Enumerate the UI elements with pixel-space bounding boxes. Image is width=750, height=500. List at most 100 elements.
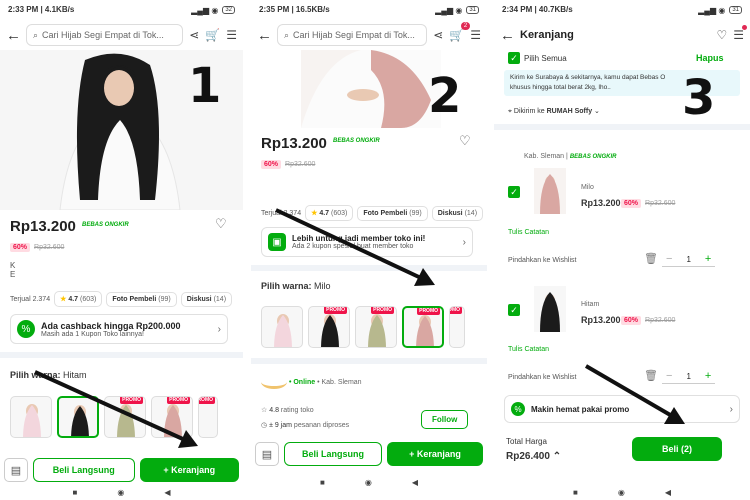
recents-icon[interactable]: ■ bbox=[573, 488, 578, 500]
quantity-stepper[interactable]: −1 + bbox=[662, 252, 716, 267]
item-discount: 60% Rp32.600 bbox=[621, 316, 675, 325]
discussion-chip[interactable]: Diskusi (14) bbox=[180, 291, 233, 307]
free-shipping-badge: BEBAS ONGKIR bbox=[333, 138, 380, 144]
product-photo[interactable] bbox=[301, 50, 441, 128]
variant-label: Pilih warna: Milo bbox=[261, 281, 331, 291]
variant-thumb[interactable]: PROMO bbox=[449, 306, 465, 348]
cart-icon[interactable]: 🛒 bbox=[205, 28, 220, 42]
promo-card[interactable]: % Makin hemat pakai promo › bbox=[504, 395, 740, 423]
step-number: 1 bbox=[188, 58, 222, 114]
share-icon[interactable]: ⋖ bbox=[189, 28, 199, 42]
search-input[interactable]: ⌕ Cari Hijab Segi Empat di Tok... bbox=[26, 24, 184, 46]
star-icon: ★ bbox=[60, 296, 67, 303]
system-nav-bar: ■ ◉ ◀ bbox=[0, 488, 243, 500]
search-input[interactable]: ⌕ Cari Hijab Segi Empat di Tok... bbox=[277, 24, 428, 46]
back-arrow-icon[interactable]: ← bbox=[500, 27, 515, 44]
discount-row: 60% Rp32.600 bbox=[10, 243, 64, 252]
item-checkbox[interactable]: ✓ bbox=[508, 186, 520, 198]
item-variant: Milo bbox=[581, 184, 594, 191]
hijab-model-image bbox=[301, 50, 441, 128]
back-icon[interactable]: ◀ bbox=[164, 488, 170, 500]
truncated-text: KE bbox=[10, 261, 16, 279]
total-label: Total Harga bbox=[506, 437, 547, 446]
trash-icon[interactable]: 🗑 bbox=[644, 252, 658, 265]
variant-thumb[interactable]: PROMO bbox=[355, 306, 397, 348]
write-note-link[interactable]: Tulis Catatan bbox=[508, 346, 549, 353]
share-icon[interactable]: ⋖ bbox=[433, 28, 443, 42]
chat-icon[interactable]: ▤ bbox=[4, 458, 28, 482]
buy-now-button[interactable]: Beli Langsung bbox=[33, 458, 135, 482]
buyer-photo-chip[interactable]: Foto Pembeli (99) bbox=[106, 291, 177, 307]
item-variant: Hitam bbox=[581, 301, 600, 308]
menu-icon[interactable]: ☰ bbox=[226, 28, 237, 42]
shop-rating: ☆ 4.8 rating toko bbox=[261, 407, 314, 414]
total-price[interactable]: Rp26.400 ⌃ bbox=[506, 451, 561, 462]
menu-icon[interactable]: ☰ bbox=[733, 25, 747, 42]
shop-logo bbox=[261, 375, 287, 389]
chat-icon[interactable]: ▤ bbox=[255, 442, 279, 466]
location-pin-icon: ⌖ bbox=[508, 108, 512, 115]
rating-chip[interactable]: ★ 4.7 (603) bbox=[305, 205, 354, 221]
item-checkbox[interactable]: ✓ bbox=[508, 304, 520, 316]
variant-thumb[interactable]: PROMO bbox=[151, 396, 193, 438]
buyer-photo-chip[interactable]: Foto Pembeli (99) bbox=[357, 205, 428, 221]
chevron-up-icon: ⌃ bbox=[552, 451, 562, 462]
follow-button[interactable]: Follow bbox=[421, 410, 469, 429]
variant-thumb[interactable]: PROMO bbox=[198, 396, 218, 438]
variant-thumb-selected[interactable] bbox=[57, 396, 99, 438]
item-thumbnail[interactable] bbox=[534, 286, 566, 332]
heart-icon[interactable]: ♡ bbox=[215, 216, 227, 232]
shop-process-time: ◷ ± 9 jam pesanan diproses bbox=[261, 422, 350, 429]
divider bbox=[494, 124, 750, 130]
select-all-label: Pilih Semua bbox=[524, 54, 567, 63]
star-outline-icon: ☆ bbox=[261, 407, 268, 414]
add-to-cart-button[interactable]: + Keranjang bbox=[139, 458, 239, 482]
chevron-right-icon: › bbox=[729, 403, 733, 415]
divider bbox=[0, 352, 243, 358]
write-note-link[interactable]: Tulis Catatan bbox=[508, 229, 549, 236]
back-arrow-icon[interactable]: ← bbox=[257, 27, 272, 44]
back-icon[interactable]: ◀ bbox=[665, 488, 671, 500]
coupon-icon: % bbox=[17, 320, 35, 338]
move-to-wishlist-link[interactable]: Pindahkan ke Wishlist bbox=[508, 257, 576, 264]
clock-icon: ◷ bbox=[261, 422, 268, 429]
quantity-stepper[interactable]: −1 + bbox=[662, 369, 716, 384]
variant-thumb[interactable] bbox=[261, 306, 303, 348]
status-bar: 2:33 PM | 4.1KB/s ▂▄▆ ◉ 32 bbox=[0, 0, 243, 20]
variant-thumb[interactable]: PROMO bbox=[104, 396, 146, 438]
screenshot-panel-1: 2:33 PM | 4.1KB/s ▂▄▆ ◉ 32 ← ⌕ Cari Hija… bbox=[0, 0, 243, 500]
move-to-wishlist-link[interactable]: Pindahkan ke Wishlist bbox=[508, 374, 576, 381]
discount-row: 60% Rp32.600 bbox=[261, 160, 315, 169]
cashback-card[interactable]: % Ada cashback hingga Rp200.000 Masih ad… bbox=[10, 314, 228, 344]
menu-icon[interactable]: ☰ bbox=[470, 28, 481, 42]
home-icon[interactable]: ◉ bbox=[117, 488, 124, 500]
bottom-action-bar: ▤ Beli Langsung + Keranjang bbox=[0, 456, 243, 484]
heart-icon[interactable]: ♡ bbox=[716, 28, 727, 42]
checkout-button[interactable]: Beli (2) bbox=[632, 437, 722, 461]
bottom-action-bar: ▤ Beli Langsung + Keranjang bbox=[251, 440, 487, 468]
back-icon[interactable]: ◀ bbox=[412, 478, 418, 490]
select-all-checkbox[interactable]: ✓ bbox=[508, 52, 520, 64]
home-icon[interactable]: ◉ bbox=[365, 478, 372, 490]
home-icon[interactable]: ◉ bbox=[618, 488, 625, 500]
recents-icon[interactable]: ■ bbox=[73, 488, 78, 500]
back-arrow-icon[interactable]: ← bbox=[6, 27, 21, 44]
rating-chip[interactable]: ★ 4.7 (603) bbox=[54, 291, 103, 307]
delete-button[interactable]: Hapus bbox=[696, 53, 724, 63]
recents-icon[interactable]: ■ bbox=[320, 478, 325, 490]
buy-now-button[interactable]: Beli Langsung bbox=[284, 442, 382, 466]
ship-to-selector[interactable]: ⌖ Dikirim ke RUMAH Soffy ⌄ bbox=[508, 107, 600, 116]
top-bar: ← ⌕ Cari Hijab Segi Empat di Tok... ⋖ 🛒 … bbox=[0, 22, 243, 48]
add-to-cart-button[interactable]: + Keranjang bbox=[387, 442, 483, 466]
member-card[interactable]: ▣ Lebih untung jadi member toko ini! Ada… bbox=[261, 227, 473, 257]
step-number: 3 bbox=[682, 70, 716, 126]
cart-icon[interactable]: 🛒 2 bbox=[449, 22, 471, 42]
item-thumbnail[interactable] bbox=[534, 168, 566, 214]
heart-icon[interactable]: ♡ bbox=[459, 133, 471, 149]
variant-thumbnails: PROMO PROMO PROMO bbox=[10, 396, 218, 438]
trash-icon[interactable]: 🗑 bbox=[644, 369, 658, 382]
variant-thumb-selected[interactable]: PROMO bbox=[402, 306, 444, 348]
variant-thumb[interactable] bbox=[10, 396, 52, 438]
discussion-chip[interactable]: Diskusi (14) bbox=[431, 205, 484, 221]
variant-thumb[interactable]: PROMO bbox=[308, 306, 350, 348]
